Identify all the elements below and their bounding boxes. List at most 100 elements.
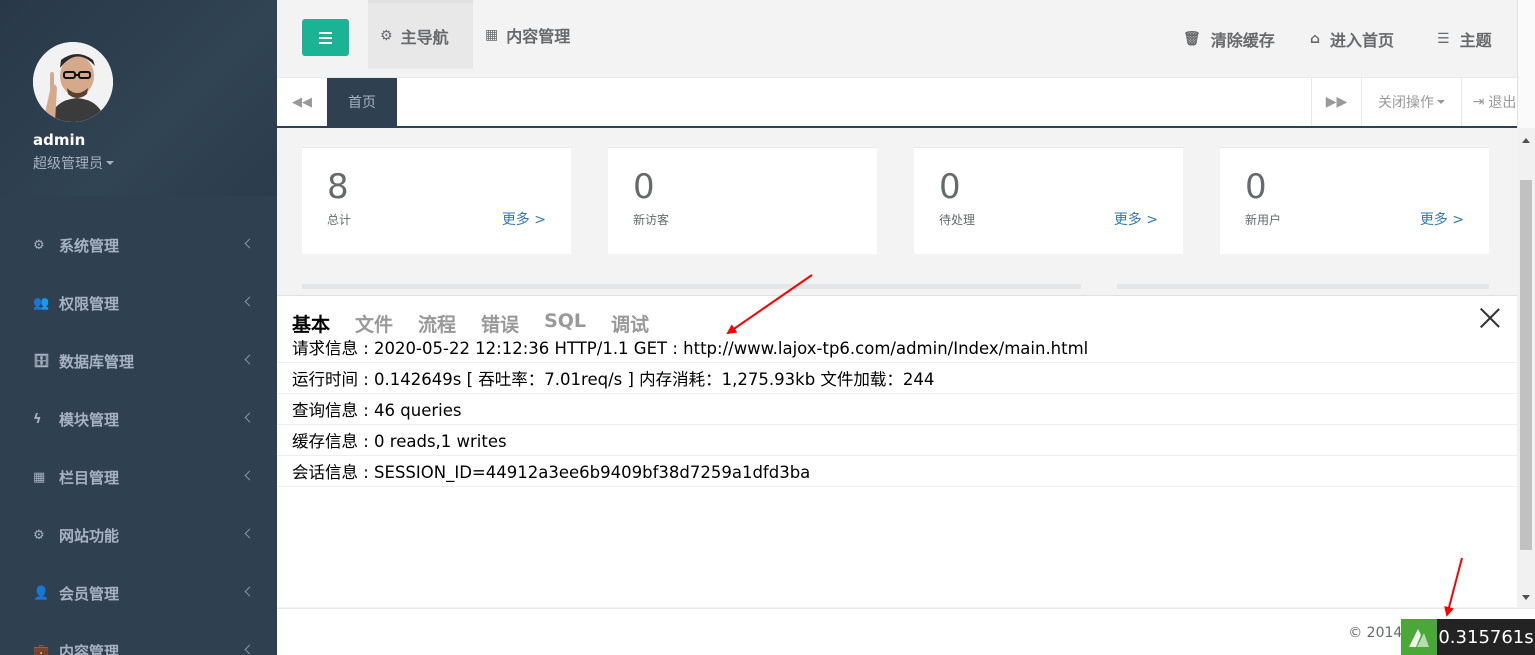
link-label: 进入首页 <box>1330 31 1395 50</box>
bolt-icon: ϟ <box>33 411 42 427</box>
database-icon: 🗄 <box>33 353 50 369</box>
sidebar-item-label: 模块管理 <box>59 410 120 429</box>
profile-name: admin <box>33 131 86 149</box>
sidebar-item-label: 数据库管理 <box>59 352 135 371</box>
caret-down-icon <box>106 161 114 165</box>
stat-card-pending: 0 待处理 更多 > <box>914 147 1183 254</box>
sidebar-item-modules[interactable]: ϟ 模块管理 <box>0 390 277 448</box>
trace-toggle-badge[interactable]: 0.315761s <box>1401 619 1535 655</box>
th-icon: ▦ <box>33 469 46 485</box>
page-tabs-bar: ◀◀ 首页 ▶▶ 关闭操作 ⇥ 退出 <box>277 78 1535 128</box>
stat-label: 总计 <box>327 213 352 227</box>
sidebar-item-site-functions[interactable]: ⚙ 网站功能 <box>0 506 277 564</box>
caret-down-icon <box>1437 100 1445 104</box>
stat-label: 新用户 <box>1245 213 1282 227</box>
sidebar-toggle-button[interactable] <box>302 19 349 56</box>
stat-value: 0 <box>939 167 961 207</box>
backward-icon: ◀◀ <box>292 94 312 110</box>
bars-icon <box>319 36 332 39</box>
chevron-left-icon <box>244 412 255 423</box>
close-operations-dropdown[interactable]: 关闭操作 <box>1361 78 1461 126</box>
more-link[interactable]: 更多 > <box>1420 209 1464 229</box>
panel-divider <box>302 284 1081 289</box>
close-icon[interactable] <box>1479 306 1501 328</box>
sidebar-item-permissions[interactable]: 👥 权限管理 <box>0 274 277 332</box>
th-large-icon: ▦ <box>485 26 499 43</box>
stat-label: 新访客 <box>633 213 670 227</box>
scrollbar-thumb[interactable] <box>1520 180 1532 550</box>
link-label: 主题 <box>1459 31 1492 50</box>
card-divider <box>608 147 877 148</box>
scroll-tabs-left-button[interactable]: ◀◀ <box>277 78 327 126</box>
sidebar-item-system[interactable]: ⚙ 系统管理 <box>0 216 277 274</box>
card-divider <box>1220 147 1489 148</box>
tab-label: 内容管理 <box>506 26 571 46</box>
more-link[interactable]: 更多 > <box>502 209 546 229</box>
window-edge <box>1517 0 1535 128</box>
briefcase-icon: 💼 <box>33 643 50 655</box>
scroll-down-arrow-icon[interactable] <box>1522 595 1530 600</box>
scroll-up-arrow-icon[interactable] <box>1522 138 1530 143</box>
trace-info-list: 请求信息 : 2020-05-22 12:12:36 HTTP/1.1 GET … <box>277 332 1517 487</box>
trace-request-info: 请求信息 : 2020-05-22 12:12:36 HTTP/1.1 GET … <box>277 332 1517 363</box>
bars-icon <box>319 31 332 34</box>
page-tab-home[interactable]: 首页 <box>327 78 397 126</box>
trace-query-info: 查询信息 : 46 queries <box>277 394 1517 425</box>
sidebar-item-label: 网站功能 <box>59 526 120 545</box>
go-homepage-link[interactable]: ⌂ 进入首页 <box>1310 0 1394 78</box>
content-scrollbar[interactable] <box>1517 128 1535 608</box>
profile-panel: admin 超级管理员 <box>0 0 277 196</box>
profile-role-dropdown[interactable]: 超级管理员 <box>33 153 277 173</box>
profile-role-label: 超级管理员 <box>33 156 103 172</box>
gear-icon: ⚙ <box>380 28 393 44</box>
trash-icon: 🗑 <box>1183 31 1201 47</box>
chevron-left-icon <box>244 528 255 539</box>
tabs-bar-actions: ▶▶ 关闭操作 ⇥ 退出 <box>1311 78 1527 126</box>
theme-link[interactable]: ☰ 主题 <box>1437 0 1492 78</box>
sidebar-item-label: 栏目管理 <box>59 468 120 487</box>
stat-card-total: 8 总计 更多 > <box>302 147 571 254</box>
users-icon: 👥 <box>33 295 50 311</box>
stat-label: 待处理 <box>939 213 976 227</box>
logout-label: 退出 <box>1488 95 1517 111</box>
top-navbar: ⚙ 主导航 ▦ 内容管理 🗑 清除缓存 ⌂ 进入首页 ☰ 主题 <box>277 0 1535 78</box>
chevron-left-icon <box>244 470 255 481</box>
chevron-left-icon <box>244 238 255 249</box>
tab-content-management[interactable]: ▦ 内容管理 <box>473 0 582 69</box>
sidebar-item-database[interactable]: 🗄 数据库管理 <box>0 332 277 390</box>
bars-icon <box>319 41 332 44</box>
trace-session-info: 会话信息 : SESSION_ID=44912a3ee6b9409bf38d72… <box>277 456 1517 487</box>
gear-icon: ⚙ <box>33 527 45 543</box>
stat-card-new-users: 0 新用户 更多 > <box>1220 147 1489 254</box>
scroll-tabs-right-button[interactable]: ▶▶ <box>1311 78 1361 126</box>
trace-runtime-info: 运行时间 : 0.142649s [ 吞吐率：7.01req/s ] 内存消耗：… <box>277 363 1517 394</box>
tab-label: 主导航 <box>400 28 449 47</box>
stat-value: 8 <box>327 167 349 207</box>
avatar-image <box>33 42 113 122</box>
sidebar-item-members[interactable]: 👤 会员管理 <box>0 564 277 622</box>
sign-out-icon: ⇥ <box>1472 94 1485 110</box>
stat-value: 0 <box>1245 167 1267 207</box>
home-icon: ⌂ <box>1310 31 1321 47</box>
thinkphp-logo-icon <box>1401 619 1437 655</box>
card-divider <box>302 147 571 148</box>
chevron-left-icon <box>244 644 255 655</box>
panel-divider <box>1117 284 1489 289</box>
sidebar-item-label: 内容管理 <box>59 642 120 655</box>
sidebar-item-columns[interactable]: ▦ 栏目管理 <box>0 448 277 506</box>
card-divider <box>914 147 1183 148</box>
sidebar-item-label: 系统管理 <box>59 236 120 255</box>
more-link[interactable]: 更多 > <box>1114 209 1158 229</box>
trace-cache-info: 缓存信息 : 0 reads,1 writes <box>277 425 1517 456</box>
trace-debug-panel: 基本 文件 流程 错误 SQL 调试 请求信息 : 2020-05-22 12:… <box>277 295 1517 607</box>
sidebar-item-label: 权限管理 <box>59 294 120 313</box>
clear-cache-link[interactable]: 🗑 清除缓存 <box>1183 0 1275 78</box>
sidebar-item-content[interactable]: 💼 内容管理 <box>0 622 277 655</box>
sidebar-menu: ⚙ 系统管理 👥 权限管理 🗄 数据库管理 ϟ 模块管理 ▦ 栏目管理 ⚙ 网站… <box>0 216 277 655</box>
avatar[interactable] <box>33 42 113 122</box>
link-label: 清除缓存 <box>1210 31 1275 50</box>
forward-icon: ▶▶ <box>1325 94 1348 110</box>
footer: © 2014-2017 0.315761s <box>277 608 1535 655</box>
tab-main-nav[interactable]: ⚙ 主导航 <box>368 0 473 69</box>
chevron-left-icon <box>244 354 255 365</box>
